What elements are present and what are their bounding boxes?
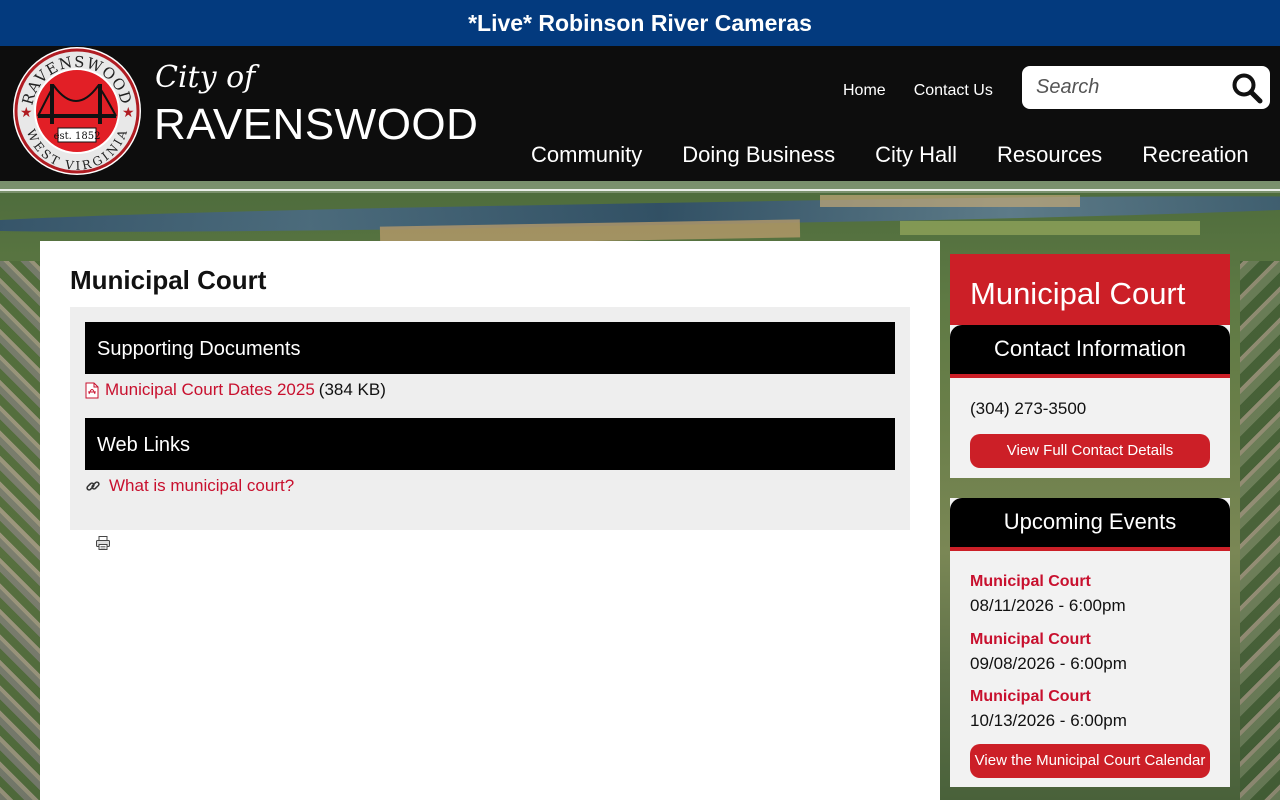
chain-link-icon: [86, 481, 100, 491]
pdf-icon: [85, 382, 99, 398]
event-date: 10/13/2026 - 6:00pm: [970, 711, 1127, 730]
main-nav: Community Doing Business City Hall Resou…: [531, 142, 1249, 168]
event-title-link[interactable]: Municipal Court: [970, 573, 1126, 591]
home-link[interactable]: Home: [843, 82, 886, 100]
city-seal-logo[interactable]: RAVENSWOOD WEST VIRGINIA ★ ★ est. 1852: [10, 46, 144, 176]
web-link-item: What is municipal court?: [85, 476, 294, 496]
svg-text:★: ★: [122, 104, 135, 120]
sidebar-title: Municipal Court: [950, 254, 1230, 326]
search-input[interactable]: [1036, 74, 1226, 101]
nav-resources[interactable]: Resources: [997, 142, 1102, 168]
page-title: Municipal Court: [70, 265, 267, 295]
web-links-heading: Web Links: [85, 418, 895, 470]
print-icon[interactable]: [95, 535, 111, 551]
city-of-text: City of: [155, 60, 256, 95]
nav-community[interactable]: Community: [531, 142, 642, 168]
svg-text:est. 1852: est. 1852: [54, 131, 101, 142]
document-size: (384 KB): [318, 380, 386, 399]
document-link[interactable]: Municipal Court Dates 2025: [105, 380, 315, 400]
event-date: 08/11/2026 - 6:00pm: [970, 596, 1126, 615]
event-item: Municipal Court 08/11/2026 - 6:00pm: [970, 573, 1126, 616]
upcoming-events-heading: Upcoming Events: [950, 498, 1230, 551]
view-contact-details-button[interactable]: View Full Contact Details: [970, 434, 1210, 468]
alert-banner: *Live* Robinson River Cameras: [0, 0, 1280, 46]
view-calendar-button[interactable]: View the Municipal Court Calendar: [970, 744, 1210, 778]
contact-information-widget: Contact Information (304) 273-3500 View …: [950, 325, 1230, 478]
contact-us-link[interactable]: Contact Us: [914, 82, 993, 100]
event-item: Municipal Court 09/08/2026 - 6:00pm: [970, 631, 1127, 674]
content-panel: Supporting Documents Municipal Court Dat…: [70, 307, 910, 530]
document-item: Municipal Court Dates 2025 (384 KB): [85, 380, 386, 400]
header-divider: [0, 189, 1280, 191]
main-content: Municipal Court Supporting Documents Mun…: [40, 241, 940, 800]
search-box: [1022, 66, 1270, 109]
upcoming-events-widget: Upcoming Events Municipal Court 08/11/20…: [950, 498, 1230, 787]
nav-city-hall[interactable]: City Hall: [875, 142, 957, 168]
river-cameras-link[interactable]: *Live* Robinson River Cameras: [468, 10, 812, 37]
svg-text:★: ★: [20, 104, 33, 120]
utility-nav: Home Contact Us: [843, 82, 993, 100]
nav-doing-business[interactable]: Doing Business: [682, 142, 835, 168]
contact-information-heading: Contact Information: [950, 325, 1230, 378]
event-title-link[interactable]: Municipal Court: [970, 631, 1127, 649]
municipal-court-web-link[interactable]: What is municipal court?: [109, 476, 294, 496]
site-header: RAVENSWOOD WEST VIRGINIA ★ ★ est. 1852 C…: [0, 46, 1280, 191]
event-date: 09/08/2026 - 6:00pm: [970, 654, 1127, 673]
contact-phone: (304) 273-3500: [970, 399, 1087, 418]
city-name[interactable]: RAVENSWOOD: [154, 100, 478, 150]
supporting-documents-heading: Supporting Documents: [85, 322, 895, 374]
nav-recreation[interactable]: Recreation: [1142, 142, 1248, 168]
event-item: Municipal Court 10/13/2026 - 6:00pm: [970, 688, 1127, 731]
event-title-link[interactable]: Municipal Court: [970, 688, 1127, 706]
search-icon[interactable]: [1230, 71, 1264, 105]
